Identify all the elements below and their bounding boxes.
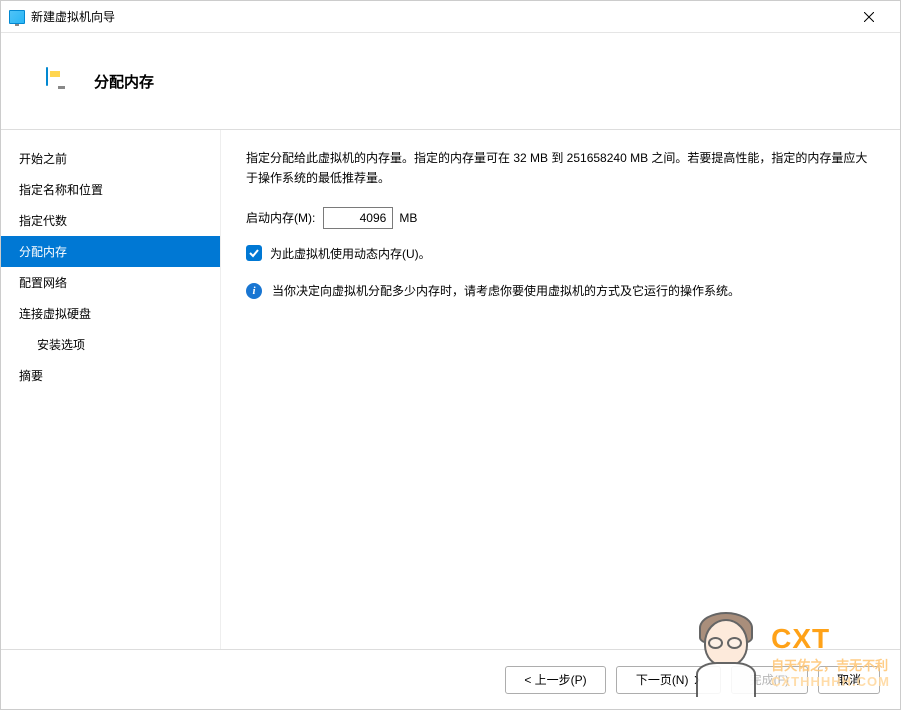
- main-content: 开始之前指定名称和位置指定代数分配内存配置网络连接虚拟硬盘安装选项摘要 指定分配…: [1, 130, 900, 649]
- next-button-label: 下一页(N): [636, 671, 689, 688]
- previous-button[interactable]: < 上一步(P): [505, 666, 605, 694]
- description-text: 指定分配给此虚拟机的内存量。指定的内存量可在 32 MB 到 251658240…: [246, 148, 875, 189]
- titlebar: 新建虚拟机向导: [1, 1, 900, 33]
- check-icon: [248, 247, 260, 259]
- wizard-steps-sidebar: 开始之前指定名称和位置指定代数分配内存配置网络连接虚拟硬盘安装选项摘要: [1, 130, 221, 649]
- window-title: 新建虚拟机向导: [31, 8, 115, 25]
- sidebar-step-7[interactable]: 摘要: [1, 360, 220, 391]
- sidebar-step-0[interactable]: 开始之前: [1, 143, 220, 174]
- next-button[interactable]: 下一页(N): [616, 666, 721, 694]
- dynamic-memory-label: 为此虚拟机使用动态内存(U)。: [270, 245, 431, 262]
- chevron-right-icon: [694, 676, 700, 684]
- sidebar-step-4[interactable]: 配置网络: [1, 267, 220, 298]
- info-row: i 当你决定向虚拟机分配多少内存时，请考虑你要使用虚拟机的方式及它运行的操作系统…: [246, 282, 875, 299]
- wizard-footer: < 上一步(P) 下一页(N) 完成(F) 取消: [1, 649, 900, 709]
- content-area: 指定分配给此虚拟机的内存量。指定的内存量可在 32 MB 到 251658240…: [221, 130, 900, 649]
- finish-button[interactable]: 完成(F): [731, 666, 808, 694]
- sidebar-step-1[interactable]: 指定名称和位置: [1, 174, 220, 205]
- info-text: 当你决定向虚拟机分配多少内存时，请考虑你要使用虚拟机的方式及它运行的操作系统。: [272, 282, 740, 299]
- page-title: 分配内存: [94, 71, 154, 92]
- sidebar-step-5[interactable]: 连接虚拟硬盘: [1, 298, 220, 329]
- close-button[interactable]: [846, 1, 892, 33]
- memory-unit: MB: [399, 211, 417, 225]
- cancel-button[interactable]: 取消: [818, 666, 880, 694]
- app-icon: [9, 9, 25, 25]
- wizard-header: 分配内存: [1, 33, 900, 130]
- close-icon: [864, 12, 874, 22]
- dynamic-memory-row: 为此虚拟机使用动态内存(U)。: [246, 245, 875, 262]
- dynamic-memory-checkbox[interactable]: [246, 245, 262, 261]
- monitor-icon: [46, 68, 76, 94]
- sidebar-step-6[interactable]: 安装选项: [1, 329, 220, 360]
- sidebar-step-2[interactable]: 指定代数: [1, 205, 220, 236]
- memory-row: 启动内存(M): MB: [246, 207, 875, 229]
- sidebar-step-3[interactable]: 分配内存: [1, 236, 220, 267]
- memory-label: 启动内存(M):: [246, 209, 315, 226]
- info-icon: i: [246, 283, 262, 299]
- memory-input[interactable]: [323, 207, 393, 229]
